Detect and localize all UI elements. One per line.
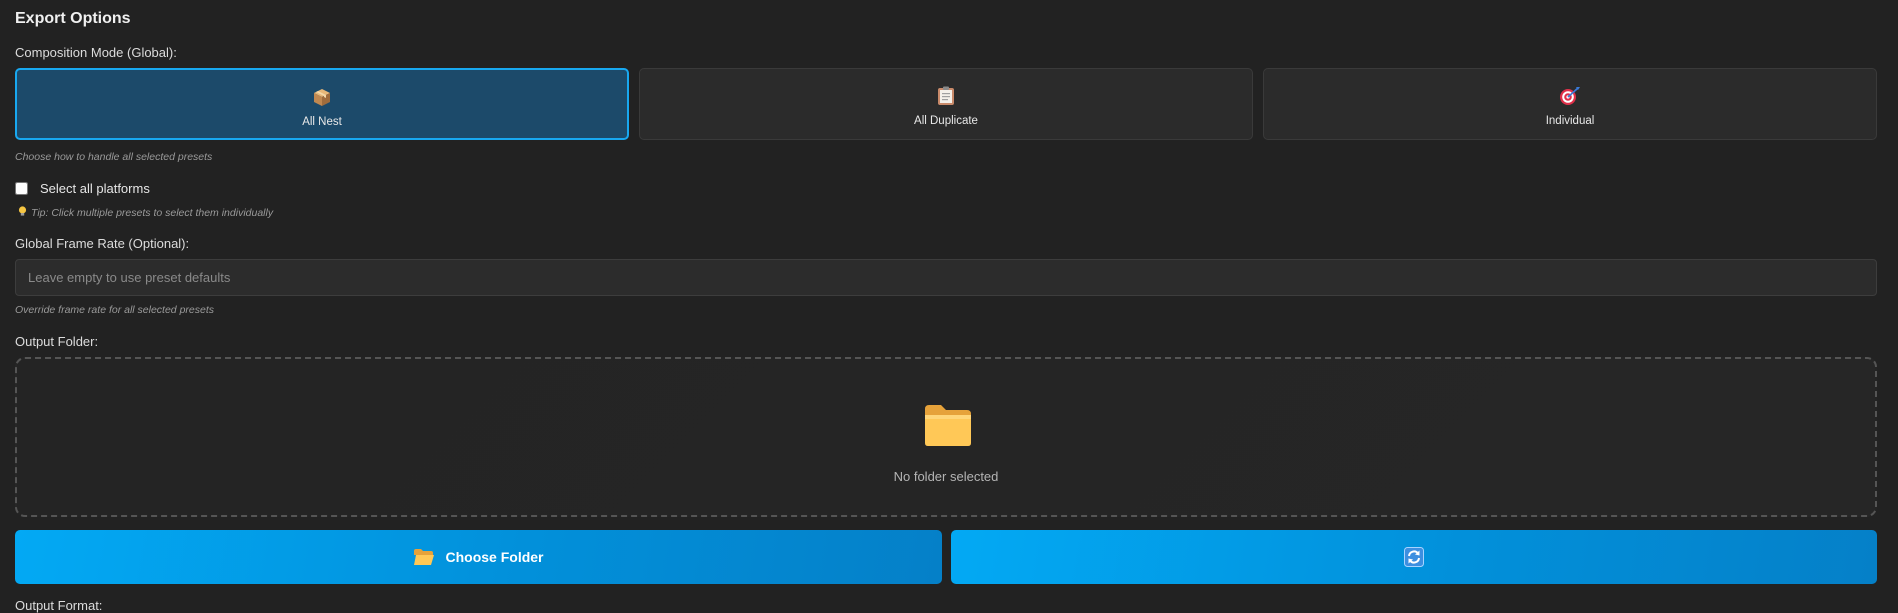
refresh-button[interactable] [951, 530, 1877, 584]
composition-mode-group: All Nest All Duplicate Individual [15, 68, 1877, 140]
section-title: Export Options [15, 10, 131, 27]
composition-hint: Choose how to handle all selected preset… [15, 151, 213, 163]
select-all-platforms-checkbox[interactable] [15, 181, 28, 195]
lightbulb-icon [18, 206, 27, 220]
mode-individual-button[interactable]: Individual [1263, 68, 1877, 140]
choose-folder-label: Choose Folder [445, 549, 544, 565]
platforms-tip: Tip: Click multiple presets to select th… [18, 206, 273, 220]
mode-label: All Duplicate [914, 115, 978, 127]
select-all-platforms-label: Select all platforms [40, 180, 150, 196]
export-options-panel: Export Options Composition Mode (Global)… [15, 0, 1877, 613]
mode-label: Individual [1545, 115, 1595, 127]
clipboard-icon [640, 86, 1252, 106]
composition-mode-label: Composition Mode (Global): [15, 45, 177, 60]
no-folder-text: No folder selected [893, 469, 999, 484]
mode-label: All Nest [302, 116, 342, 128]
package-icon [17, 87, 627, 107]
output-folder-label: Output Folder: [15, 334, 99, 349]
target-icon [1264, 86, 1876, 106]
frame-rate-hint: Override frame rate for all selected pre… [15, 304, 214, 316]
open-folder-icon [413, 548, 435, 566]
mode-all-duplicate-button[interactable]: All Duplicate [639, 68, 1253, 140]
platforms-tip-text: Tip: Click multiple presets to select th… [31, 207, 274, 219]
choose-folder-button[interactable]: Choose Folder [15, 530, 942, 584]
folder-icon [923, 403, 973, 452]
frame-rate-input[interactable] [15, 259, 1877, 296]
output-folder-dropzone[interactable]: No folder selected [15, 357, 1877, 517]
mode-all-nest-button[interactable]: All Nest [15, 68, 629, 140]
frame-rate-label: Global Frame Rate (Optional): [15, 236, 190, 251]
select-all-platforms-row[interactable]: Select all platforms [15, 178, 150, 198]
refresh-icon [1404, 547, 1424, 567]
